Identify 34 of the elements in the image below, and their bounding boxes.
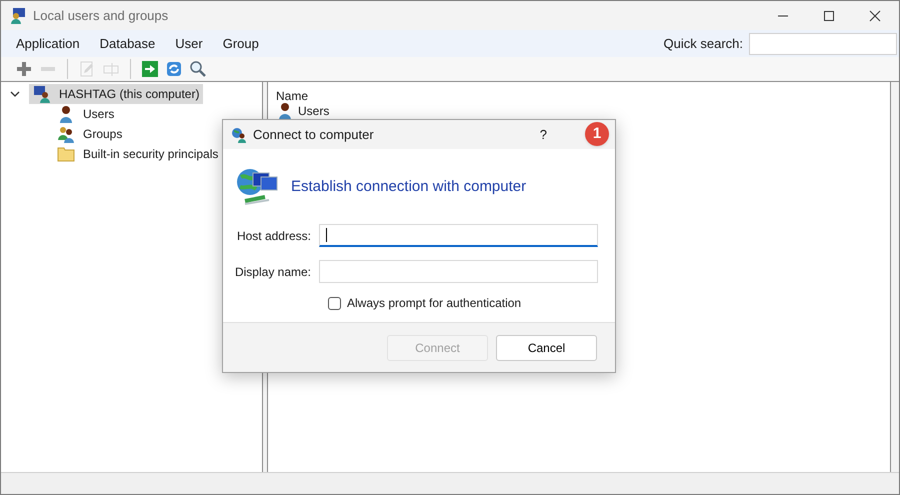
plus-icon[interactable] xyxy=(15,60,33,78)
menu-item[interactable]: Database xyxy=(92,34,164,54)
help-button[interactable]: ? xyxy=(540,124,547,144)
user-icon xyxy=(57,105,75,123)
text-field[interactable] xyxy=(319,224,598,247)
tree-item[interactable]: Users xyxy=(53,104,118,124)
checkbox-label: Always prompt for authentication xyxy=(347,295,522,312)
field-label: Display name: xyxy=(234,264,312,280)
chevron-icon[interactable] xyxy=(10,89,20,99)
refresh-icon[interactable] xyxy=(165,60,183,78)
field-label: Host address: xyxy=(236,228,312,244)
search-icon[interactable] xyxy=(189,60,207,78)
quick-search-field[interactable] xyxy=(749,32,897,54)
folder-icon xyxy=(57,145,75,163)
network-globe-icon xyxy=(235,167,279,207)
text-field[interactable] xyxy=(319,260,598,283)
window-title: Local users and groups xyxy=(33,6,168,25)
app-icon xyxy=(9,6,27,24)
tree-item[interactable]: Built-in security principals xyxy=(53,144,222,164)
group-icon xyxy=(57,125,75,143)
dialog-heading: Establish connection with computer xyxy=(291,176,526,197)
dialog-button[interactable]: Cancel xyxy=(496,334,597,360)
menu-item[interactable]: Group xyxy=(214,34,267,54)
tree-item[interactable]: Groups xyxy=(53,124,126,144)
tree-item[interactable]: HASHTAG (this computer) xyxy=(29,84,204,104)
computer-user-icon xyxy=(33,85,51,103)
dialog-title: Connect to computer xyxy=(253,126,374,144)
checkbox[interactable] xyxy=(328,296,341,310)
menu-item[interactable]: User xyxy=(167,34,211,54)
menu-item[interactable]: Application xyxy=(8,34,88,54)
close-icon[interactable] xyxy=(869,10,881,22)
globe-user-icon xyxy=(231,126,247,142)
maximize-icon[interactable] xyxy=(823,10,835,22)
quick-search-label: Quick search: xyxy=(664,34,743,53)
